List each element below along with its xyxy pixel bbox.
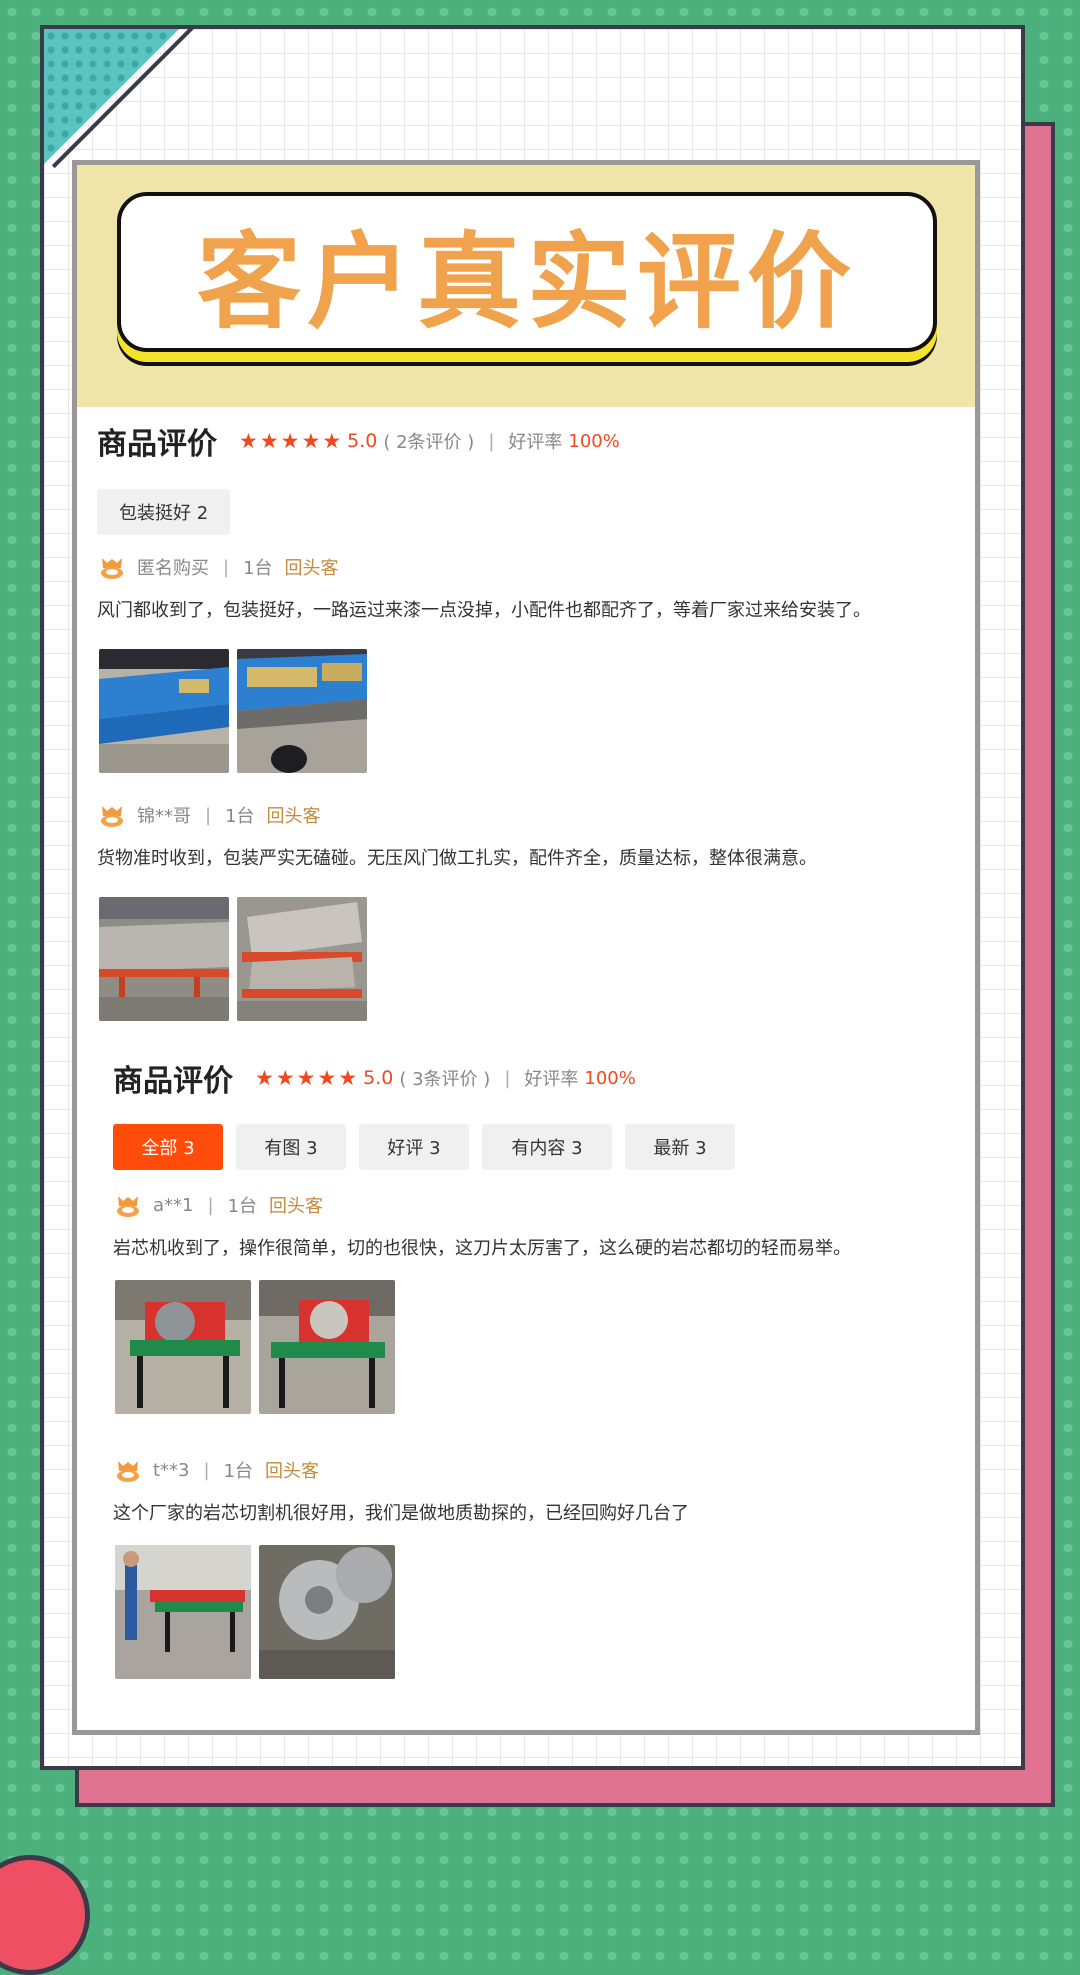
review-photos	[115, 1280, 395, 1414]
review-item: t**3 | 1台 回头客 这个厂家的岩芯切割机很好用，我们是做地质勘探的，已经…	[77, 1457, 975, 1717]
avatar-icon	[117, 1196, 139, 1217]
review-count[interactable]: ( 3条评价 )	[399, 1065, 490, 1091]
review-screen: 商品评价 ★ ★ ★ ★ ★ 5.0 ( 2条评价 ) | 好评率 100% 包…	[77, 407, 975, 1730]
returning-customer-badge: 回头客	[265, 1461, 320, 1482]
review-photo[interactable]	[99, 649, 229, 773]
review-photos	[99, 897, 367, 1021]
rating-score: 5.0	[347, 430, 378, 452]
separator: |	[504, 1067, 511, 1089]
tab-latest[interactable]: 最新 3	[625, 1124, 735, 1170]
review-section-2: 商品评价 ★ ★ ★ ★ ★ 5.0 ( 3条评价 ) | 好评率 100% 全…	[77, 1042, 975, 1730]
review-text: 岩芯机收到了，操作很简单，切的也很快，这刀片太厉害了，这么硬的岩芯都切的轻而易举…	[113, 1238, 851, 1259]
review-count[interactable]: ( 2条评价 )	[383, 428, 474, 454]
reviewer-name: 匿名购买	[137, 558, 209, 579]
rating-stars: ★ ★ ★ ★ ★	[239, 428, 342, 453]
separator: |	[207, 1194, 214, 1216]
section-header: 商品评价 ★ ★ ★ ★ ★ 5.0 ( 3条评价 ) | 好评率 100%	[113, 1056, 636, 1100]
purchase-qty: 1台	[223, 1461, 254, 1482]
review-photo[interactable]	[99, 897, 229, 1021]
review-photo[interactable]	[237, 649, 367, 773]
section-header: 商品评价 ★ ★ ★ ★ ★ 5.0 ( 2条评价 ) | 好评率 100%	[97, 419, 620, 463]
returning-customer-badge: 回头客	[269, 1196, 324, 1217]
banner-title-box: 客户真实评价	[117, 192, 937, 352]
review-photo[interactable]	[115, 1545, 251, 1679]
avatar-icon	[101, 558, 123, 579]
rating-stars: ★ ★ ★ ★ ★	[255, 1065, 358, 1090]
review-item: a**1 | 1台 回头客 岩芯机收到了，操作很简单，切的也很快，这刀片太厉害了…	[77, 1192, 975, 1452]
avatar-icon	[101, 806, 123, 827]
review-user-row: 匿名购买 | 1台 回头客	[99, 554, 339, 580]
review-photo[interactable]	[259, 1545, 395, 1679]
star-icon: ★	[239, 428, 258, 453]
review-photo[interactable]	[115, 1280, 251, 1414]
review-text: 风门都收到了，包装挺好，一路运过来漆一点没掉，小配件也都配齐了，等着厂家过来给安…	[97, 600, 871, 621]
filter-tabs: 全部 3 有图 3 好评 3 有内容 3 最新 3	[113, 1124, 735, 1170]
star-icon: ★	[255, 1065, 274, 1090]
banner-header: 客户真实评价	[77, 165, 975, 407]
review-text: 货物准时收到，包装严实无磕碰。无压风门做工扎实，配件齐全，质量达标，整体很满意。	[97, 848, 817, 869]
review-text: 这个厂家的岩芯切割机很好用，我们是做地质勘探的，已经回购好几台了	[113, 1503, 689, 1524]
returning-customer-badge: 回头客	[284, 558, 339, 579]
review-photos	[115, 1545, 395, 1679]
review-screenshot-frame: 客户真实评价 商品评价 ★ ★ ★ ★ ★ 5.0 ( 2条评价 ) | 好评率…	[72, 160, 980, 1735]
purchase-qty: 1台	[227, 1196, 258, 1217]
separator: |	[205, 804, 212, 826]
tag-chip[interactable]: 包装挺好 2	[97, 489, 231, 535]
separator: |	[203, 1459, 210, 1481]
review-photo[interactable]	[237, 897, 367, 1021]
purchase-qty: 1台	[225, 806, 255, 827]
banner-title: 客户真实评价	[196, 220, 857, 343]
tab-all[interactable]: 全部 3	[113, 1124, 223, 1170]
separator: |	[488, 430, 495, 452]
positive-rate-label: 好评率	[524, 1069, 579, 1090]
reviewer-name: t**3	[153, 1459, 190, 1481]
star-icon: ★	[275, 1065, 295, 1090]
review-photos	[99, 649, 367, 773]
review-section-1: 商品评价 ★ ★ ★ ★ ★ 5.0 ( 2条评价 ) | 好评率 100% 包…	[77, 407, 975, 1027]
star-icon: ★	[322, 428, 342, 453]
decorative-circle	[0, 1855, 90, 1975]
avatar-icon	[117, 1461, 139, 1482]
star-icon: ★	[259, 428, 279, 453]
reviewer-name: 锦**哥	[137, 806, 191, 827]
reviewer-name: a**1	[153, 1194, 194, 1216]
positive-rate-label: 好评率	[508, 432, 563, 453]
review-item: 匿名购买 | 1台 回头客 风门都收到了，包装挺好，一路运过来漆一点没掉，小配件…	[77, 554, 975, 794]
star-icon: ★	[280, 428, 300, 453]
purchase-qty: 1台	[243, 558, 273, 579]
positive-rate-value: 100%	[568, 430, 620, 452]
star-icon: ★	[338, 1065, 358, 1090]
review-item: 锦**哥 | 1台 回头客 货物准时收到，包装严实无磕碰。无压风门做工扎实，配件…	[77, 802, 975, 1042]
tab-positive[interactable]: 好评 3	[359, 1124, 469, 1170]
section-title: 商品评价	[97, 427, 217, 462]
star-icon: ★	[301, 428, 321, 453]
review-user-row: 锦**哥 | 1台 回头客	[99, 802, 321, 828]
tab-with-content[interactable]: 有内容 3	[482, 1124, 612, 1170]
review-user-row: a**1 | 1台 回头客	[115, 1192, 323, 1218]
tag-row: 包装挺好 2	[97, 489, 231, 535]
star-icon: ★	[296, 1065, 316, 1090]
returning-customer-badge: 回头客	[266, 806, 321, 827]
rating-score: 5.0	[363, 1067, 394, 1089]
star-icon: ★	[317, 1065, 337, 1090]
section-title: 商品评价	[113, 1064, 233, 1099]
corner-dot-pattern	[44, 29, 179, 164]
separator: |	[223, 556, 230, 578]
review-photo[interactable]	[259, 1280, 395, 1414]
positive-rate-value: 100%	[584, 1067, 636, 1089]
tab-with-images[interactable]: 有图 3	[236, 1124, 346, 1170]
review-user-row: t**3 | 1台 回头客	[115, 1457, 319, 1483]
